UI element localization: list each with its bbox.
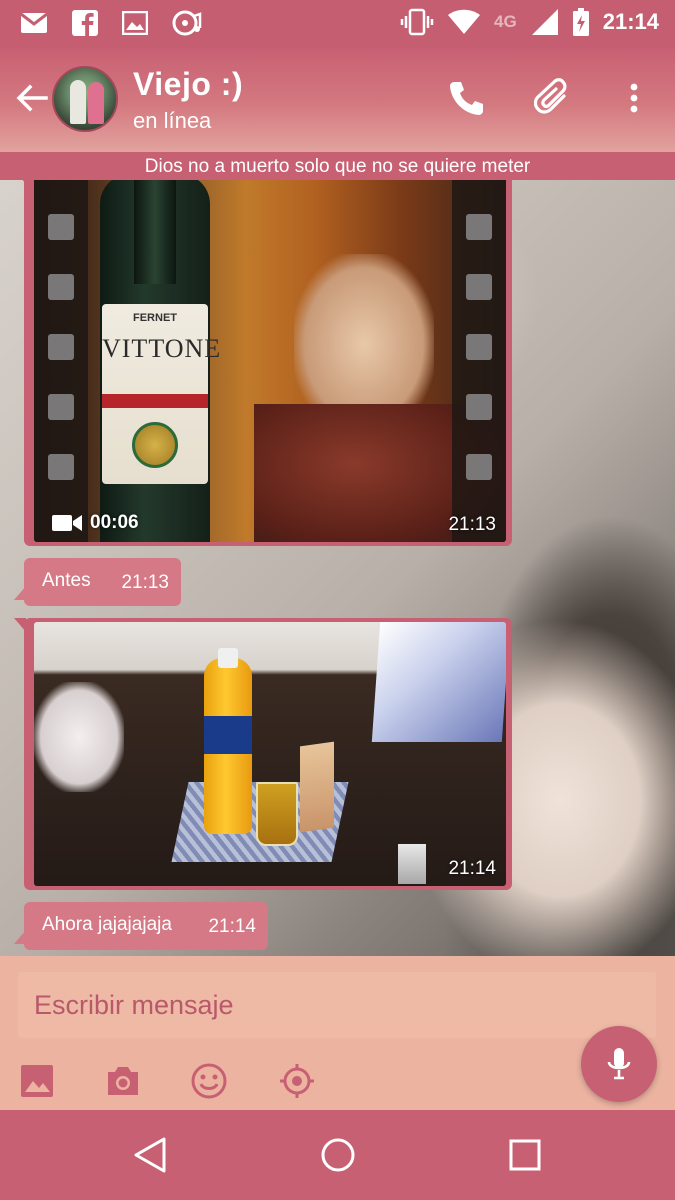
image-icon xyxy=(122,11,148,35)
mic-icon xyxy=(607,1048,631,1080)
back-icon[interactable] xyxy=(130,1135,170,1175)
location-icon[interactable] xyxy=(278,1062,316,1100)
camera-icon[interactable] xyxy=(104,1062,142,1100)
music-icon xyxy=(172,10,202,36)
signal-icon xyxy=(531,9,558,35)
home-icon[interactable] xyxy=(318,1135,358,1175)
chat-area[interactable]: FERNET VITTONE 00:06 21:13 Antes 21:13 2… xyxy=(0,180,675,956)
videocam-icon xyxy=(52,515,82,531)
message-input[interactable]: Escribir mensaje xyxy=(18,972,656,1038)
facebook-icon xyxy=(72,10,98,36)
video-duration: 00:06 xyxy=(52,512,139,534)
message-time: 21:14 xyxy=(208,916,256,937)
bottle-label-sub: FERNET xyxy=(133,312,177,324)
video-message[interactable]: FERNET VITTONE 00:06 21:13 xyxy=(14,180,512,546)
contact-name[interactable]: Viejo :) xyxy=(133,66,243,103)
battery-charging-icon xyxy=(572,8,589,36)
clock: 21:14 xyxy=(602,9,659,34)
photo-thumbnail[interactable] xyxy=(34,622,506,886)
back-arrow-icon[interactable] xyxy=(12,78,52,118)
gallery-icon[interactable] xyxy=(18,1062,56,1100)
video-duration-text: 00:06 xyxy=(90,512,139,533)
network-type: 4G xyxy=(494,12,517,31)
recents-icon[interactable] xyxy=(505,1135,545,1175)
emoji-icon[interactable] xyxy=(190,1062,228,1100)
contact-status: en línea xyxy=(133,108,212,133)
bottle-label-brand: VITTONE xyxy=(102,334,222,363)
navigation-bar xyxy=(0,1110,675,1200)
more-vert-icon[interactable] xyxy=(614,78,654,118)
vibrate-icon xyxy=(400,8,434,36)
photo-message[interactable]: 21:14 xyxy=(14,618,512,890)
wifi-icon xyxy=(448,9,481,34)
avatar[interactable] xyxy=(52,66,118,132)
gmail-icon xyxy=(20,12,48,33)
text-message[interactable]: Ahora jajajajaja 21:14 xyxy=(14,902,268,950)
message-time: 21:13 xyxy=(121,572,169,593)
message-text: Ahora jajajajaja xyxy=(42,914,172,935)
mic-button[interactable] xyxy=(581,1026,657,1102)
message-time: 21:14 xyxy=(448,858,496,879)
status-bar: 4G 21:14 xyxy=(0,0,675,48)
message-time: 21:13 xyxy=(448,514,496,535)
phone-icon[interactable] xyxy=(446,78,486,118)
video-thumbnail[interactable]: FERNET VITTONE xyxy=(34,180,506,542)
status-banner: Dios no a muerto solo que no se quiere m… xyxy=(0,152,675,180)
attach-icon[interactable] xyxy=(534,78,574,118)
text-message[interactable]: Antes 21:13 xyxy=(14,558,181,606)
message-text: Antes xyxy=(42,570,91,591)
chat-header: Viejo :) en línea xyxy=(0,48,675,152)
composer: Escribir mensaje xyxy=(0,956,675,1110)
